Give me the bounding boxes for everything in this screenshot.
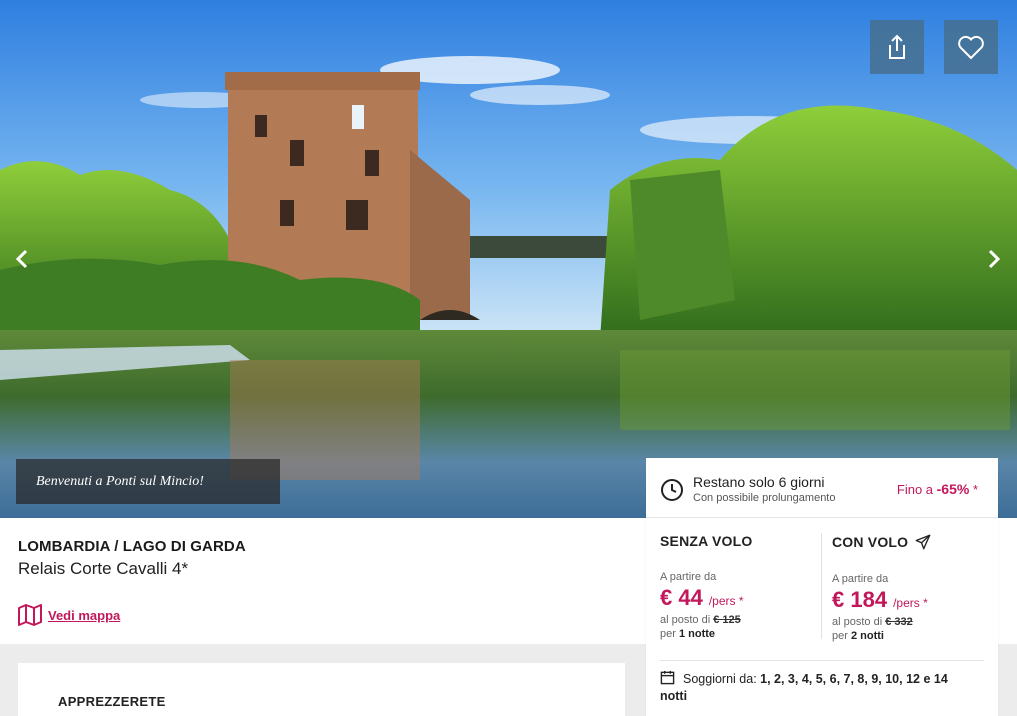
offer-panel: Restano solo 6 giorni Con possibile prol… [646, 458, 998, 716]
hero-photo [0, 0, 1017, 518]
with-flight-heading-label: CON VOLO [832, 534, 909, 550]
stay-values: 1, 2, 3, 4, 5, 6, 7, 8, 9, 10, 12 e 14 [760, 672, 948, 686]
view-map-link[interactable]: Vedi mappa [18, 604, 120, 626]
without-flight-heading: SENZA VOLO [660, 533, 753, 549]
photo-caption: Benvenuti a Ponti sul Mincio! [16, 459, 280, 504]
heart-icon [958, 35, 984, 60]
original-price-label: al posto di [832, 616, 886, 628]
price-value: € 184 [832, 587, 888, 612]
price-value: € 44 [660, 585, 703, 610]
airplane-icon [915, 534, 931, 550]
share-icon [889, 34, 905, 59]
highlights-card: APPREZZERETE [18, 663, 625, 716]
discount-value: -65% [936, 481, 970, 497]
countdown-bar: Restano solo 6 giorni Con possibile prol… [646, 458, 998, 518]
original-price-value: € 332 [885, 616, 913, 628]
offer-without-flight[interactable]: SENZA VOLO A partire da € 44 /pers * al … [660, 533, 820, 640]
from-label: A partire da [660, 571, 717, 583]
from-label: A partire da [832, 573, 889, 585]
hero-gallery: Benvenuti a Ponti sul Mincio! [0, 0, 1017, 518]
nights-label: per [832, 630, 851, 642]
chevron-left-icon [15, 249, 28, 269]
nights-info: per 1 notte [660, 628, 820, 640]
original-price: al posto di € 125 [660, 614, 820, 626]
view-map-label: Vedi mappa [48, 607, 121, 623]
clock-icon [661, 479, 683, 501]
nights-value: 2 notti [850, 630, 884, 642]
gallery-prev-button[interactable] [8, 244, 36, 274]
offer-with-flight[interactable]: CON VOLO A partire da € 184 /pers * al p… [832, 533, 992, 642]
discount-prefix: Fino a [896, 482, 937, 497]
nights-value: 1 notte [678, 628, 716, 640]
share-button[interactable] [870, 20, 924, 74]
nights-info: per 2 notti [832, 630, 992, 642]
hotel-name: Relais Corte Cavalli 4* [18, 559, 189, 578]
discount-suffix: * [969, 482, 978, 497]
per-person-label: /pers * [708, 594, 744, 608]
calendar-icon [660, 670, 675, 685]
countdown-title: Restano solo 6 giorni [693, 474, 825, 490]
stay-suffix: notti [660, 689, 688, 703]
price-row: € 44 /pers * [660, 585, 820, 611]
original-price-label: al posto di [660, 614, 714, 626]
per-person-label: /pers * [893, 596, 928, 610]
hotel-info: LOMBARDIA / LAGO DI GARDA Relais Corte C… [18, 538, 618, 579]
nights-label: per [660, 628, 679, 640]
countdown-subtitle: Con possibile prolungamento [693, 492, 836, 504]
column-divider [821, 533, 822, 639]
discount-badge: Fino a -65% * [897, 481, 978, 497]
price-row: € 184 /pers * [832, 587, 992, 613]
map-icon [18, 604, 42, 626]
stay-label: Soggiorni da: [683, 672, 761, 686]
original-price-value: € 125 [713, 614, 741, 626]
highlights-title: APPREZZERETE [58, 694, 166, 709]
with-flight-heading: CON VOLO [832, 533, 992, 551]
gallery-next-button[interactable] [980, 244, 1008, 274]
original-price: al posto di € 332 [832, 616, 992, 628]
region-label: LOMBARDIA / LAGO DI GARDA [18, 538, 246, 555]
stay-divider [660, 660, 984, 661]
stay-durations: Soggiorni da: 1, 2, 3, 4, 5, 6, 7, 8, 9,… [660, 670, 980, 705]
chevron-right-icon [988, 249, 1001, 269]
favorite-button[interactable] [944, 20, 998, 74]
